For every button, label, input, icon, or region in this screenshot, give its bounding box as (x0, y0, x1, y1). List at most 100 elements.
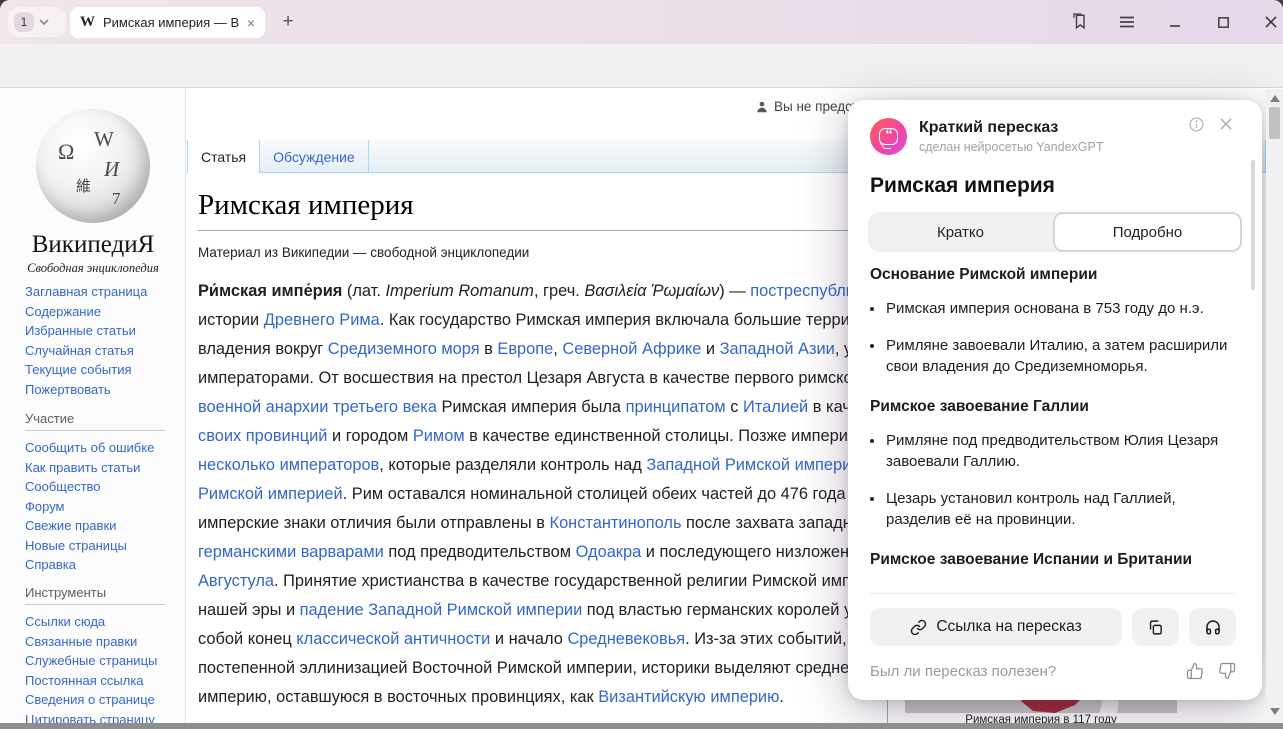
tab-close-icon[interactable]: × (247, 15, 255, 31)
maximize-icon[interactable] (1212, 11, 1234, 33)
tab-talk[interactable]: Обсуждение (260, 140, 369, 173)
scrollbar-thumb[interactable] (1269, 107, 1280, 139)
new-tab-button[interactable]: + (277, 11, 299, 33)
tab-detailed[interactable]: Подробно (1053, 212, 1242, 252)
summary-bullet-text: Римляне под предводительством Юлия Цезар… (886, 430, 1236, 473)
article-text: с (726, 398, 743, 416)
article-text: ) — (719, 282, 750, 300)
sidebar-link[interactable]: Избранные статьи (25, 321, 147, 341)
article-link[interactable]: военной анархии третьего века (198, 398, 437, 416)
wiki-logo-title[interactable]: ВикипедиЯ (0, 231, 186, 259)
wiki-nav-tools: Ссылки сюдаСвязанные правкиСлужебные стр… (25, 612, 157, 729)
article-link[interactable]: Одоакра (576, 543, 642, 561)
article-link[interactable]: Средиземного моря (328, 340, 480, 358)
retell-gradient-icon: “ (870, 118, 907, 155)
listen-button[interactable] (1189, 608, 1236, 646)
sidebar-link[interactable]: Случайная статья (25, 341, 147, 361)
article-link[interactable]: классической античности (296, 630, 490, 648)
person-icon (755, 100, 769, 114)
bullet-dot-icon (870, 439, 874, 443)
bullet-dot-icon (870, 307, 874, 311)
sidebar-link[interactable]: Справка (25, 555, 154, 575)
browser-tab[interactable]: W Римская империя — Ви × (70, 7, 265, 38)
article-text: Imperium Romanum (385, 282, 533, 300)
article-text: , которые разделяли контроль над (379, 456, 646, 474)
copy-text-button[interactable] (1132, 608, 1179, 646)
sidebar-link[interactable]: Содержание (25, 302, 147, 322)
user-status[interactable]: Вы не предст (755, 99, 858, 114)
wikipedia-favicon: W (80, 14, 95, 31)
summary-bullet-text: Римляне под предводительством Помпея и Ц… (886, 583, 1236, 585)
sidebar-link[interactable]: Сведения о странице (25, 690, 157, 710)
summary-bullet-text: Римляне завоевали Италию, а затем расшир… (886, 335, 1236, 378)
sidebar-link[interactable]: Постоянная ссылка (25, 671, 157, 691)
sidebar-link[interactable]: Служебные страницы (25, 651, 157, 671)
sidebar-link[interactable]: Сообщить об ошибке (25, 438, 154, 458)
article-text: Βασιλεία Ῥωμαίων (584, 282, 719, 300)
tab-brief[interactable]: Кратко (868, 212, 1053, 252)
article-link[interactable]: Древнего Рима (264, 311, 380, 329)
summary-bullet-text: Римская империя основана в 753 году до н… (886, 298, 1204, 320)
scroll-up-icon[interactable] (1270, 95, 1280, 102)
summary-bullet: Римляне под предводительством Юлия Цезар… (870, 430, 1236, 473)
sidebar-link[interactable]: Связанные правки (25, 632, 157, 652)
minimize-icon[interactable] (1164, 11, 1186, 33)
tab-title: Римская империя — Ви (103, 15, 239, 30)
info-icon[interactable] (1186, 114, 1206, 134)
article-text: и начало (490, 630, 567, 648)
sidebar-link[interactable]: Текущие события (25, 360, 147, 380)
article-link[interactable]: падение Западной Римской империи (300, 601, 583, 619)
wiki-nav-participation: Сообщить об ошибкеКак править статьиСооб… (25, 438, 154, 575)
article-text: и (701, 340, 719, 358)
article-link[interactable]: несколько императоров (198, 456, 379, 474)
summary-panel: “ Краткий пересказ сделан нейросетью Yan… (848, 100, 1262, 700)
sidebar-link[interactable]: Новые страницы (25, 536, 154, 556)
summary-bullet: Римляне под предводительством Помпея и Ц… (870, 583, 1236, 585)
summary-subtitle: сделан нейросетью YandexGPT (919, 140, 1103, 154)
bullet-dot-icon (870, 497, 874, 501)
article-link[interactable]: Константинополь (550, 514, 682, 532)
article-link[interactable]: принципатом (626, 398, 726, 416)
article-text: Римская империя была (437, 398, 626, 416)
detail-toggle: Кратко Подробно (868, 212, 1242, 252)
sidebar-toggle-icon[interactable] (1068, 11, 1090, 33)
scroll-down-icon[interactable] (1270, 708, 1280, 715)
panel-scrollbar[interactable] (1251, 160, 1255, 290)
summary-title: Краткий пересказ (919, 118, 1103, 137)
close-panel-icon[interactable] (1216, 114, 1236, 134)
page-scrollbar[interactable] (1266, 89, 1283, 723)
article-link[interactable]: Византийскую империю (598, 688, 779, 706)
divider (870, 593, 1236, 594)
wiki-nav-main: Заглавная страницаСодержаниеИзбранные ст… (25, 282, 147, 399)
horizontal-scrollbar[interactable] (0, 723, 1283, 729)
summary-header: “ Краткий пересказ сделан нейросетью Yan… (870, 118, 1103, 155)
thumbs-down-icon[interactable] (1218, 662, 1236, 680)
article-link[interactable]: Западной Азии (720, 340, 835, 358)
sidebar-link[interactable]: Ссылки сюда (25, 612, 157, 632)
close-window-icon[interactable] (1260, 11, 1282, 33)
summary-section-heading: Римское завоевание Галлии (870, 398, 1236, 416)
article-text: Ри́мская импе́рия (198, 282, 342, 300)
sidebar-link[interactable]: Пожертвовать (25, 380, 147, 400)
bullet-dot-icon (870, 344, 874, 348)
menu-icon[interactable] (1116, 11, 1138, 33)
article-text: под предводительством (384, 543, 576, 561)
link-icon (910, 619, 927, 636)
sidebar-link[interactable]: Сообщество (25, 477, 154, 497)
article-link[interactable]: Европе (497, 340, 553, 358)
article-link[interactable]: Средневековья (567, 630, 685, 648)
article-link[interactable]: Италией (743, 398, 808, 416)
summary-bullet: Цезарь установил контроль над Галлией, р… (870, 488, 1236, 531)
sidebar-link[interactable]: Как править статьи (25, 458, 154, 478)
tab-article[interactable]: Статья (187, 140, 260, 173)
copy-link-button[interactable]: Ссылка на пересказ (870, 608, 1122, 646)
article-link[interactable]: Западной Римской империей (646, 456, 869, 474)
article-link[interactable]: Римом (413, 427, 465, 445)
wikipedia-logo[interactable]: Ω W И 維 7 (36, 109, 150, 223)
tab-counter[interactable]: 1 (8, 7, 66, 37)
sidebar-link[interactable]: Заглавная страница (25, 282, 147, 302)
sidebar-link[interactable]: Свежие правки (25, 516, 154, 536)
sidebar-link[interactable]: Форум (25, 497, 154, 517)
article-link[interactable]: Северной Африке (562, 340, 701, 358)
thumbs-up-icon[interactable] (1186, 662, 1204, 680)
